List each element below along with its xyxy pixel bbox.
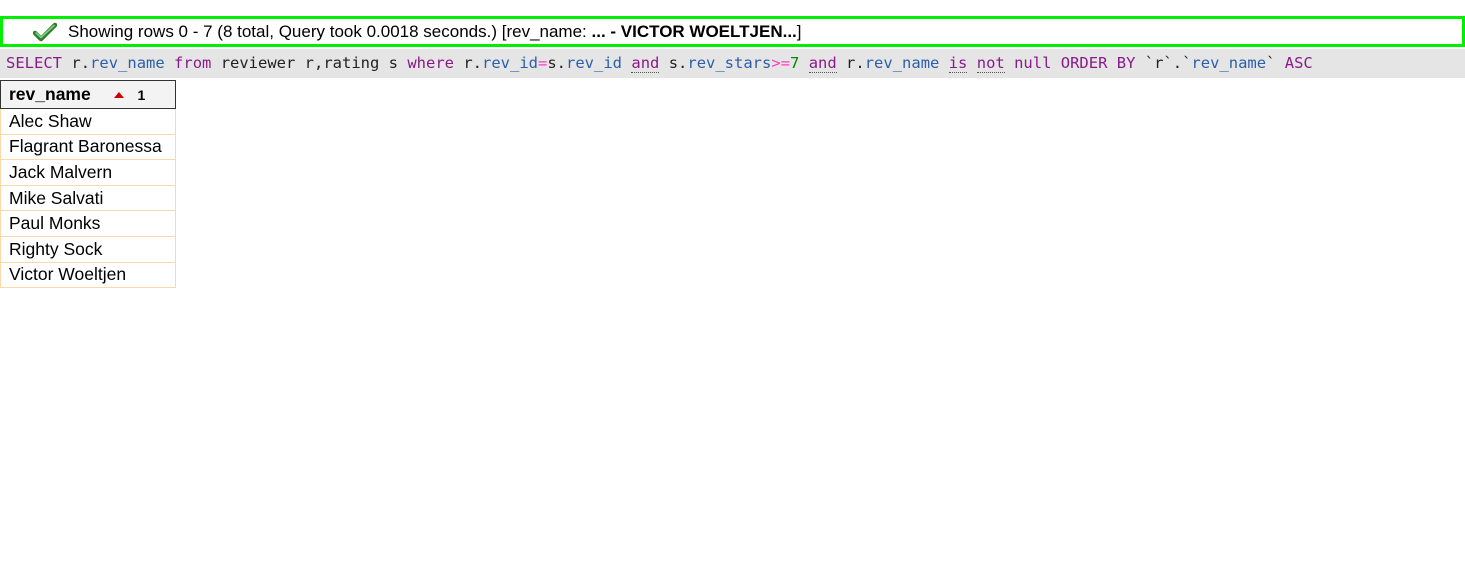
table-row[interactable]: Paul Monks bbox=[0, 210, 176, 237]
sql-token: and bbox=[631, 54, 660, 73]
results-table: rev_name 1 Alec Shaw Flagrant Baronessa Ja… bbox=[0, 80, 176, 289]
sql-token: s. bbox=[547, 54, 567, 72]
sql-token: rev_id bbox=[482, 54, 538, 72]
table-row[interactable]: Flagrant Baronessa bbox=[0, 133, 176, 161]
sql-token: ORDER BY bbox=[1060, 54, 1136, 72]
sql-token: null bbox=[1014, 54, 1052, 72]
table-row[interactable]: Righty Sock bbox=[0, 235, 176, 263]
sql-token: . bbox=[80, 54, 91, 72]
check-icon bbox=[33, 22, 57, 41]
sql-token: is bbox=[948, 54, 968, 73]
sql-token: reviewer r,rating s bbox=[211, 54, 408, 72]
sql-token: 7 bbox=[790, 54, 800, 72]
sql-token: rev_name bbox=[1191, 54, 1267, 72]
rev-name-cell[interactable]: Alec Shaw bbox=[0, 108, 176, 135]
sql-token: ASC bbox=[1284, 54, 1313, 72]
sql-token: and bbox=[808, 54, 837, 73]
sql-token: r. bbox=[454, 54, 482, 72]
table-row[interactable]: Jack Malvern bbox=[0, 159, 176, 186]
sql-token: where bbox=[407, 54, 454, 72]
success-closing: ] bbox=[796, 21, 802, 41]
rev-name-cell[interactable]: Victor Woeltjen bbox=[0, 261, 176, 289]
sql-token: rev_stars bbox=[687, 54, 772, 72]
column-header-label[interactable]: rev_name bbox=[9, 84, 91, 104]
sql-token: not bbox=[976, 54, 1005, 73]
sql-token: rev_id bbox=[566, 54, 623, 72]
sql-token: r. bbox=[836, 54, 865, 72]
sort-ascending-icon[interactable] bbox=[113, 92, 124, 99]
sql-token: from bbox=[174, 54, 212, 72]
success-range: ... - VICTOR WOELTJEN... bbox=[591, 21, 797, 41]
rev-name-cell[interactable]: Righty Sock bbox=[0, 235, 176, 263]
sql-token: >= bbox=[771, 54, 791, 72]
table-row[interactable]: Alec Shaw bbox=[0, 108, 176, 135]
rev-name-cell[interactable]: Mike Salvati bbox=[0, 184, 176, 212]
sql-token: = bbox=[538, 54, 548, 72]
sql-token: r bbox=[71, 54, 81, 72]
sql-token: rev_name bbox=[90, 54, 165, 72]
table-row[interactable]: Victor Woeltjen bbox=[0, 261, 176, 289]
sql-query[interactable]: SELECT r.rev_name from reviewer r,rating… bbox=[0, 49, 1465, 78]
column-header-rev-name[interactable]: rev_name 1 bbox=[0, 80, 176, 109]
rev-name-cell[interactable]: Flagrant Baronessa bbox=[0, 133, 176, 161]
table-row[interactable]: Mike Salvati bbox=[0, 184, 176, 212]
sql-token: s. bbox=[659, 54, 688, 72]
rev-name-cell[interactable]: Paul Monks bbox=[0, 210, 176, 237]
sort-order-number: 1 bbox=[137, 87, 146, 103]
sql-token: SELECT bbox=[6, 54, 62, 72]
sql-token: rev_name bbox=[864, 54, 940, 72]
success-message-bar: Showing rows 0 - 7 (8 total, Query took … bbox=[0, 16, 1465, 47]
rev-name-cell[interactable]: Jack Malvern bbox=[0, 159, 176, 186]
success-text: Showing rows 0 - 7 (8 total, Query took … bbox=[68, 21, 587, 41]
sql-token: ` bbox=[1266, 54, 1285, 72]
sql-token: `r`.` bbox=[1135, 54, 1192, 72]
